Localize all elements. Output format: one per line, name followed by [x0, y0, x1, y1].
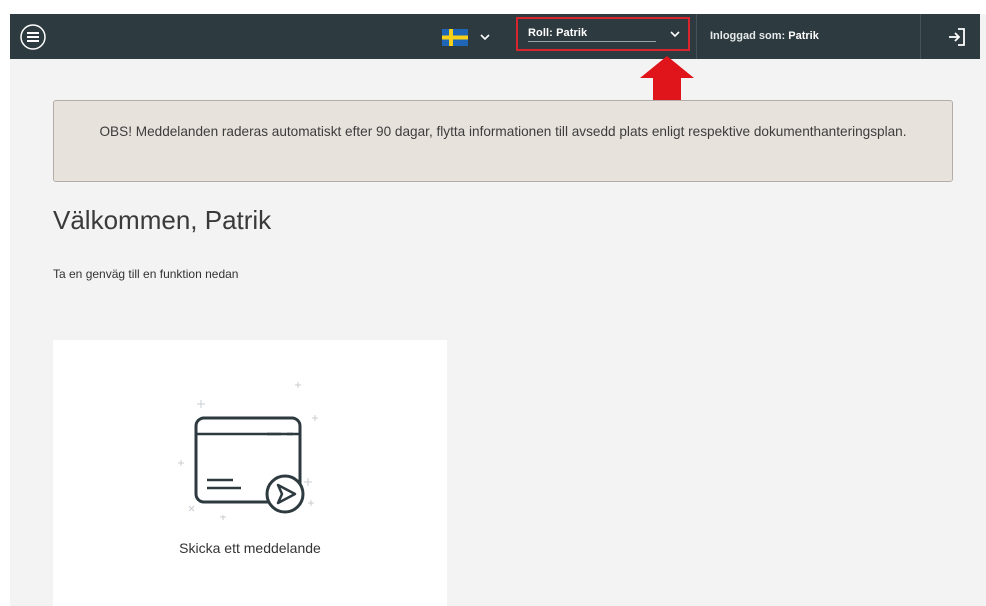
logout-button[interactable] — [942, 22, 972, 52]
topbar-divider — [696, 14, 697, 59]
logged-in-status: Inloggad som: Patrik — [710, 30, 819, 42]
send-message-card-label: Skicka ett meddelande — [179, 540, 321, 556]
annotation-arrow — [640, 56, 694, 104]
send-message-icon — [178, 382, 318, 520]
chevron-down-icon — [480, 34, 490, 41]
swedish-flag-icon — [442, 28, 468, 46]
top-navigation-bar: Roll: Patrik Inloggad som: Patrik — [10, 14, 980, 59]
role-select-label: Roll: Patrik — [528, 27, 656, 42]
page-subtitle: Ta en genväg till en funktion nedan — [53, 267, 239, 281]
language-selector[interactable] — [442, 26, 502, 48]
notice-text: OBS! Meddelanden raderas automatiskt eft… — [99, 124, 907, 139]
topbar-divider — [920, 14, 921, 59]
logged-in-user: Patrik — [788, 30, 819, 42]
screen-frame-top — [0, 0, 986, 14]
menu-button[interactable] — [18, 22, 48, 52]
page-title: Välkommen, Patrik — [53, 205, 272, 235]
logout-icon — [949, 28, 965, 46]
chevron-down-icon — [670, 31, 680, 38]
role-select[interactable]: Roll: Patrik — [516, 17, 690, 51]
screen-frame-left — [0, 0, 10, 606]
send-message-card[interactable]: Skicka ett meddelande — [53, 340, 447, 606]
logged-in-prefix: Inloggad som: — [710, 30, 786, 42]
notice-banner: OBS! Meddelanden raderas automatiskt eft… — [53, 100, 953, 182]
hamburger-menu-icon — [20, 24, 46, 50]
